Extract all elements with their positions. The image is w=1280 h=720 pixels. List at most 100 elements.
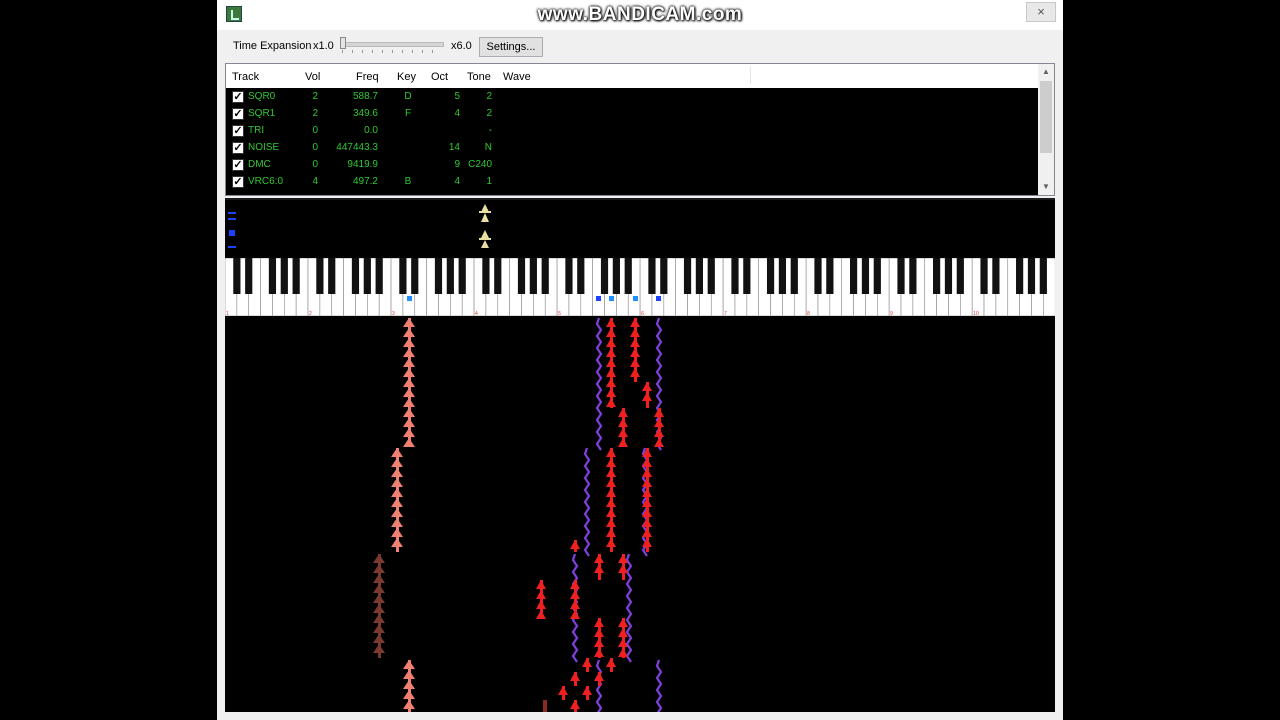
track-row[interactable]: ✓ VRC6:0 4 497.2 B 4 1: [226, 174, 1038, 191]
black-key: [529, 258, 537, 294]
slider-max-label: x6.0: [451, 40, 472, 52]
scroll-up-icon[interactable]: ▲: [1038, 64, 1054, 80]
col-tone[interactable]: Tone: [467, 71, 491, 83]
black-key: [245, 258, 253, 294]
red-note-trail: [606, 338, 616, 347]
black-key: [292, 258, 300, 294]
track-vol-cell: 0: [312, 159, 318, 170]
red-note-trail: [642, 528, 652, 537]
time-expansion-slider[interactable]: [342, 42, 444, 47]
meter-mark: [228, 212, 236, 214]
track-row[interactable]: ✓ NOISE 0 447443.3 14 N: [226, 140, 1038, 157]
track-checkbox[interactable]: ✓: [232, 159, 244, 171]
close-button[interactable]: ×: [1026, 2, 1056, 22]
red-note-trail: [606, 348, 616, 357]
black-key: [861, 258, 870, 294]
track-vol-cell: 2: [312, 91, 318, 102]
red-note-trail: [618, 638, 628, 647]
track-row[interactable]: ✓ SQR0 2 588.7 D 5 2: [226, 89, 1038, 106]
track-list[interactable]: Track Vol Freq Key Oct Tone Wave ✓ SQR0 2 5…: [225, 63, 1055, 196]
red-note-trail: [654, 418, 664, 427]
track-tone-cell: C240: [468, 159, 492, 170]
title-bar[interactable]: www.BANDICAM.com ×: [217, 0, 1063, 30]
red-note-trail: [594, 554, 604, 563]
salmon-note-trail: [403, 348, 415, 357]
track-checkbox[interactable]: ✓: [232, 108, 244, 120]
track-row[interactable]: ✓ SQR1 2 349.6 F 4 2: [226, 106, 1038, 123]
meter-mark: [228, 218, 236, 220]
col-wave[interactable]: Wave: [503, 71, 531, 83]
track-list-header: Track Vol Freq Key Oct Tone Wave: [226, 64, 1038, 88]
track-oct-cell: 4: [454, 108, 460, 119]
track-row[interactable]: ✓ TRI 0 0.0-: [226, 123, 1038, 140]
track-checkbox[interactable]: ✓: [232, 142, 244, 154]
red-note-trail: [582, 658, 592, 667]
red-note-trail: [654, 428, 664, 437]
red-note-trail: [618, 418, 628, 427]
black-key: [280, 258, 288, 294]
red-note-trail: [570, 600, 580, 609]
red-note-trail: [630, 318, 640, 327]
red-note-trail: [630, 338, 640, 347]
red-note-trail: [606, 538, 616, 547]
brown-note-trail: [373, 604, 385, 613]
black-key: [683, 258, 692, 294]
track-checkbox[interactable]: ✓: [232, 176, 244, 188]
slider-thumb[interactable]: [340, 37, 346, 49]
red-note-trail: [606, 468, 616, 477]
track-freq-cell: 447443.3: [336, 142, 378, 153]
red-note-trail: [618, 564, 628, 573]
col-oct[interactable]: Oct: [431, 71, 448, 83]
track-checkbox[interactable]: ✓: [232, 125, 244, 137]
red-note-trail: [606, 498, 616, 507]
col-key[interactable]: Key: [397, 71, 416, 83]
purple-note-trail: [595, 317, 603, 451]
track-list-scrollbar[interactable]: ▲ ▼: [1038, 64, 1054, 195]
black-key: [268, 258, 277, 294]
active-key-marker: [609, 296, 614, 301]
piano-keys-svg: 1 2 3 4 5 6 7 8 9 10: [225, 258, 1055, 316]
salmon-note-trail: [391, 478, 403, 487]
track-checkbox[interactable]: ✓: [232, 91, 244, 103]
purple-note-trail: [583, 447, 591, 557]
black-key: [648, 258, 656, 294]
track-row[interactable]: ✓ DMC 0 9419.9 9 C240: [226, 157, 1038, 174]
red-note-trail: [570, 590, 580, 599]
settings-button[interactable]: Settings...: [479, 37, 543, 57]
salmon-note-trail: [403, 438, 415, 447]
black-key: [873, 258, 881, 294]
column-separator: [750, 66, 751, 84]
red-note-trail: [618, 438, 628, 447]
black-key: [577, 258, 585, 294]
col-track[interactable]: Track: [232, 71, 259, 83]
recording-watermark: www.BANDICAM.com: [537, 4, 743, 25]
track-vol-cell: 2: [312, 108, 318, 119]
red-note-trail: [536, 600, 546, 609]
red-note-trail: [642, 392, 652, 401]
red-note-trail: [594, 618, 604, 627]
black-key: [1039, 258, 1047, 294]
active-key-marker: [596, 296, 601, 301]
track-freq-cell: 9419.9: [347, 159, 378, 170]
salmon-note-trail: [403, 358, 415, 367]
col-vol[interactable]: Vol: [305, 71, 320, 83]
black-key: [328, 258, 336, 294]
piano-roll-svg: [373, 317, 664, 712]
brown-note-trail: [373, 574, 385, 583]
black-key: [790, 258, 798, 294]
red-note-trail: [630, 328, 640, 337]
track-vol-cell: 0: [312, 125, 318, 136]
level-meter-svg: [228, 204, 491, 248]
red-note-trail: [642, 382, 652, 391]
track-key-cell: F: [404, 108, 412, 119]
col-freq[interactable]: Freq: [356, 71, 379, 83]
active-key-marker: [407, 296, 412, 301]
red-note-trail: [536, 580, 546, 589]
salmon-note-trail: [403, 398, 415, 407]
scroll-down-icon[interactable]: ▼: [1038, 179, 1054, 195]
scroll-thumb[interactable]: [1040, 81, 1052, 153]
track-oct-cell: 9: [454, 159, 460, 170]
red-note-trail: [654, 438, 664, 447]
purple-note-trail: [625, 553, 633, 663]
red-note-trail: [570, 700, 580, 709]
